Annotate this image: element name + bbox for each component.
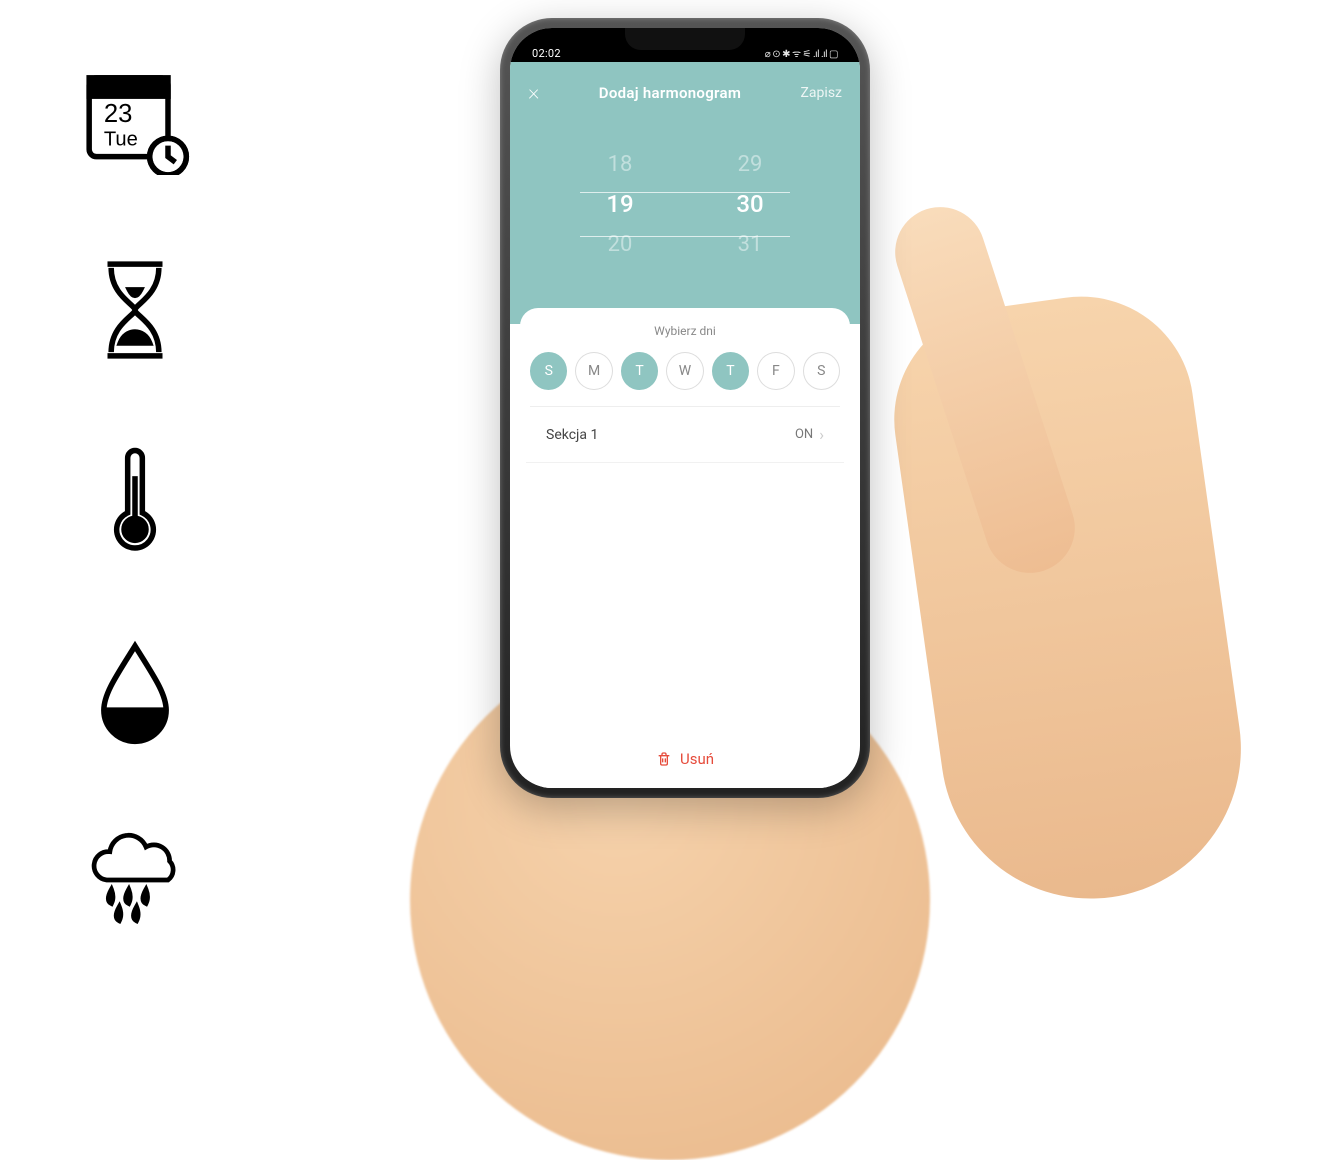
phone-notch: [625, 28, 745, 50]
minute-column[interactable]: 29 30 31: [720, 124, 780, 284]
day-toggle-6[interactable]: S: [803, 352, 840, 390]
hour-column[interactable]: 18 19 20: [590, 124, 650, 284]
days-card: Wybierz dni SMTWTFS Sekcja 1 ON › Usuń: [520, 308, 850, 788]
schedule-header-panel: × Dodaj harmonogram Zapisz 18 19 20 29 3…: [510, 62, 860, 324]
section-value: ON: [795, 427, 813, 442]
day-toggle-2[interactable]: T: [621, 352, 658, 390]
phone-screen: 02:02 ⌀ ⊙ ✱ ᯤ ⚟ .ıl .ıl ▢ × Dodaj harmon…: [510, 28, 860, 788]
chevron-right-icon: ›: [819, 425, 824, 444]
day-toggle-0[interactable]: S: [530, 352, 567, 390]
day-toggle-5[interactable]: F: [757, 352, 794, 390]
save-button[interactable]: Zapisz: [801, 85, 842, 101]
svg-text:23: 23: [104, 100, 133, 128]
time-picker[interactable]: 18 19 20 29 30 31: [510, 114, 860, 324]
section-row[interactable]: Sekcja 1 ON ›: [526, 407, 844, 463]
page-title: Dodaj harmonogram: [599, 84, 741, 102]
day-toggle-3[interactable]: W: [666, 352, 703, 390]
status-indicators: ⌀ ⊙ ✱ ᯤ ⚟ .ıl .ıl ▢: [765, 46, 838, 60]
day-toggle-1[interactable]: M: [575, 352, 612, 390]
feature-icon-column: 23 Tue: [75, 60, 195, 940]
rain-cloud-icon: [75, 820, 195, 940]
close-icon[interactable]: ×: [528, 82, 539, 104]
day-toggle-4[interactable]: T: [712, 352, 749, 390]
thermometer-icon: [75, 440, 195, 560]
day-selector: SMTWTFS: [530, 352, 840, 407]
delete-button[interactable]: Usuń: [520, 734, 850, 788]
drop-icon: [75, 630, 195, 750]
phone-frame: 02:02 ⌀ ⊙ ✱ ᯤ ⚟ .ıl .ıl ▢ × Dodaj harmon…: [500, 18, 870, 798]
status-time: 02:02: [532, 47, 561, 60]
hourglass-icon: [75, 250, 195, 370]
svg-text:Tue: Tue: [104, 129, 138, 151]
delete-label: Usuń: [680, 750, 714, 768]
days-title: Wybierz dni: [520, 324, 850, 338]
calendar-clock-icon: 23 Tue: [75, 60, 195, 180]
section-label: Sekcja 1: [546, 427, 598, 443]
trash-icon: [656, 751, 672, 767]
